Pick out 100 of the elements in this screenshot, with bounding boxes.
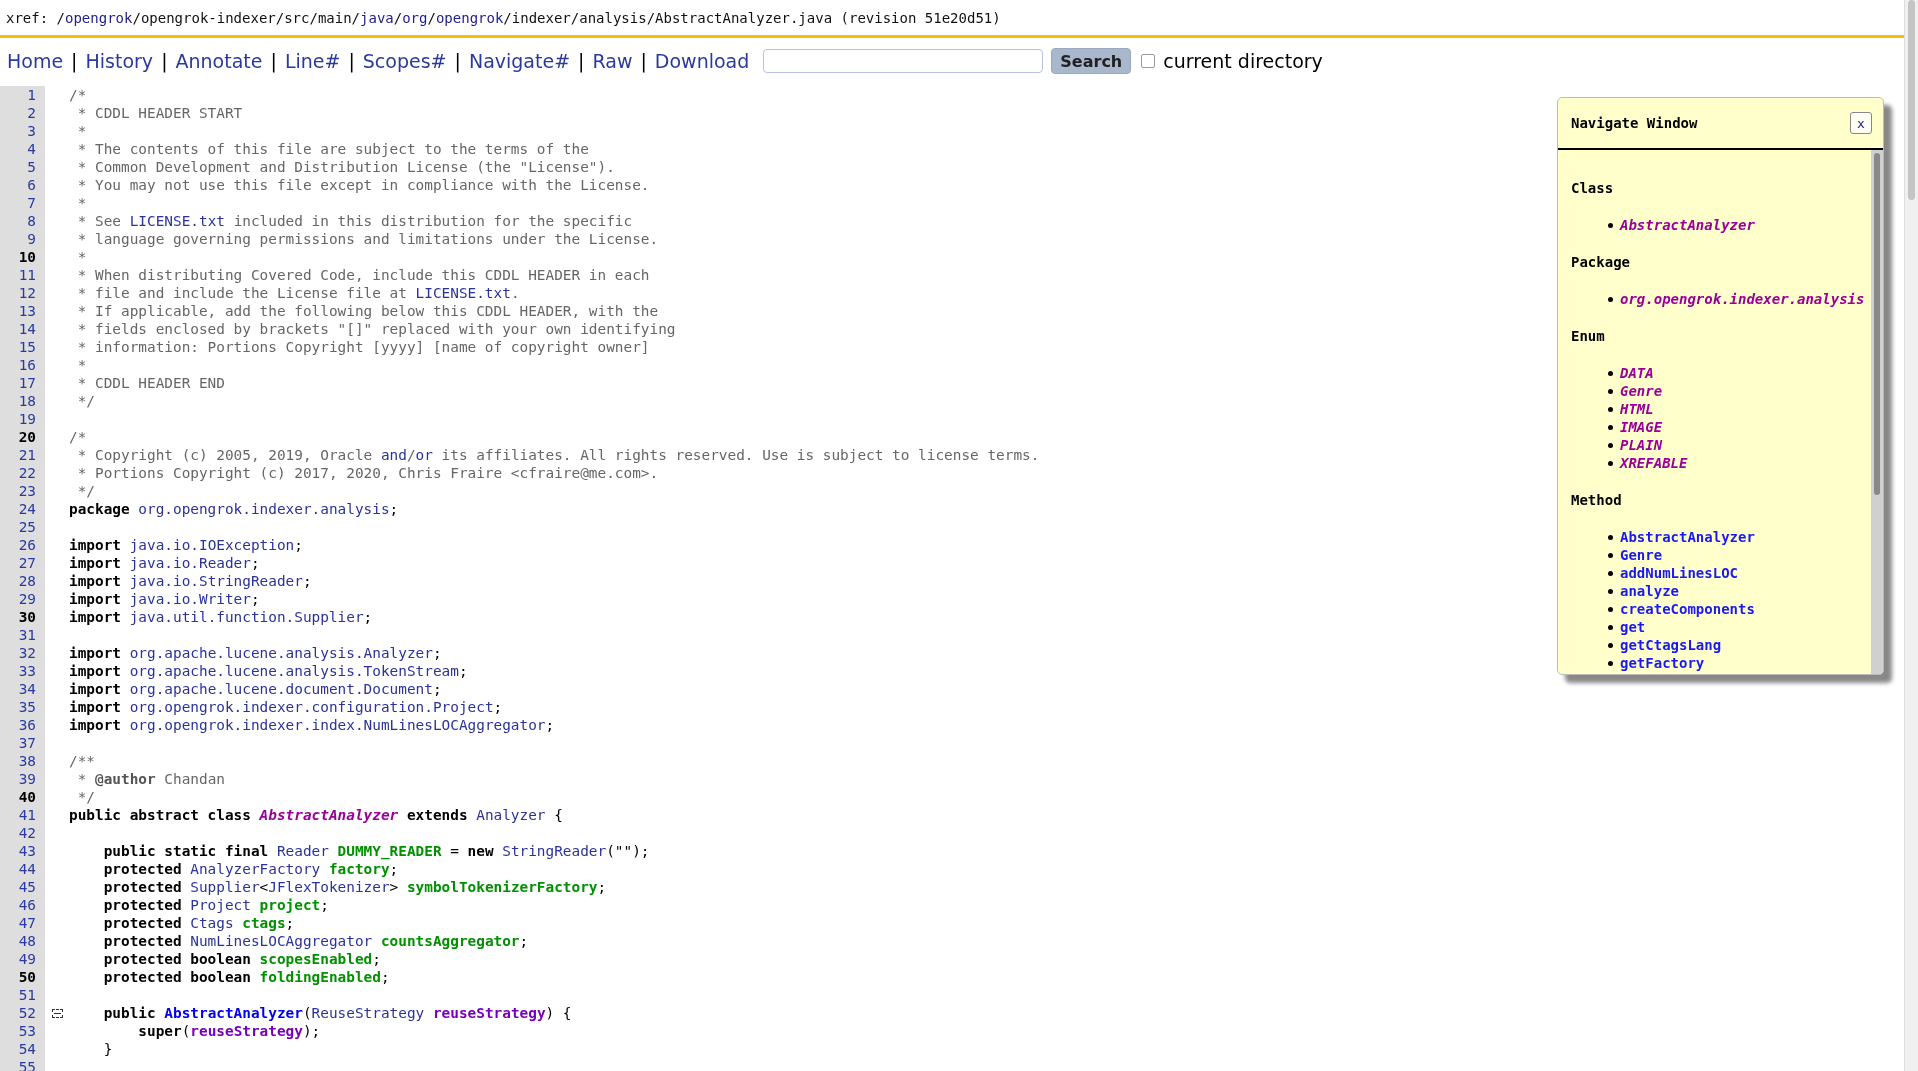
line-number[interactable]: 4 [0,140,45,158]
line-number[interactable]: 37 [0,734,45,752]
code-link[interactable]: AnalyzerFactory [190,861,321,877]
code-link[interactable]: or [415,447,433,463]
code-link[interactable]: Reader [276,843,329,859]
code-link[interactable]: Project [190,897,251,913]
symbol-link[interactable]: org.opengrok.indexer.analysis [1620,290,1865,308]
checkbox[interactable] [1141,54,1156,68]
code-link[interactable]: org.opengrok.indexer.analysis [138,501,390,517]
symbol-link[interactable]: Genre [1620,382,1663,400]
code-link[interactable]: LICENSE.txt [129,213,225,229]
scrollbar-thumb[interactable] [1874,153,1880,495]
line-number[interactable]: 50 [0,968,45,986]
code-link[interactable]: java.io.StringReader [129,573,303,589]
line-number[interactable]: 19 [0,410,45,428]
line-number[interactable]: 5 [0,158,45,176]
line-number[interactable]: 33 [0,662,45,680]
code-link[interactable]: org.opengrok.indexer.configuration.Project [129,699,494,715]
line-number[interactable]: 48 [0,932,45,950]
line-number[interactable]: 18 [0,392,45,410]
path-link[interactable]: org [402,10,428,26]
line-number[interactable]: 39 [0,770,45,788]
line-number[interactable]: 47 [0,914,45,932]
menu-link[interactable]: Line# [284,50,341,72]
symbol-link[interactable]: IMAGE [1620,418,1663,436]
line-number[interactable]: 31 [0,626,45,644]
line-number[interactable]: 38 [0,752,45,770]
line-number[interactable]: 49 [0,950,45,968]
symbol-link[interactable]: XREFABLE [1620,454,1688,472]
path-link[interactable]: opengrok [435,10,504,26]
line-number[interactable]: 51 [0,986,45,1004]
menu-link[interactable]: Home [7,50,64,72]
code-link[interactable]: org.apache.lucene.document.Document [129,681,433,697]
code-link[interactable]: java.io.Writer [129,591,251,607]
code-link[interactable]: NumLinesLOCAggregator [190,933,373,949]
code-link[interactable]: org.apache.lucene.analysis.Analyzer [129,645,433,661]
line-number[interactable]: 32 [0,644,45,662]
line-number[interactable]: 12 [0,284,45,302]
line-number[interactable]: 46 [0,896,45,914]
line-number[interactable]: 53 [0,1022,45,1040]
symbol-link[interactable]: getFactory [1620,654,1705,672]
symbol-link[interactable]: createComponents [1620,600,1755,618]
line-number[interactable]: 34 [0,680,45,698]
line-number[interactable]: 25 [0,518,45,536]
line-number[interactable]: 20 [0,428,45,446]
symbol-link[interactable]: AbstractAnalyzer [1620,528,1755,546]
page-scrollbar[interactable] [1904,0,1918,1071]
code-link[interactable]: Analyzer [476,807,546,823]
search-button[interactable]: Search [1051,48,1132,74]
line-number[interactable]: 52 [0,1004,45,1022]
code-link[interactable]: and [380,447,407,463]
symbol-link[interactable]: PLAIN [1620,436,1663,454]
line-number[interactable]: 10 [0,248,45,266]
symbol-link[interactable]: Genre [1620,546,1663,564]
line-number[interactable]: 17 [0,374,45,392]
code-link[interactable]: org.apache.lucene.analysis.TokenStream [129,663,459,679]
line-number[interactable]: 22 [0,464,45,482]
line-number[interactable]: 21 [0,446,45,464]
symbol-link[interactable]: addNumLinesLOC [1620,564,1738,582]
line-number[interactable]: 2 [0,104,45,122]
menu-link[interactable]: Raw [592,50,633,72]
symbol-link[interactable]: HTML [1620,400,1654,418]
line-number[interactable]: 41 [0,806,45,824]
menu-link[interactable]: Download [654,50,750,72]
path-link[interactable]: opengrok [65,10,133,26]
line-number[interactable]: 13 [0,302,45,320]
line-number[interactable]: 44 [0,860,45,878]
code-link[interactable]: Ctags [190,915,234,931]
code-link[interactable]: ReuseStrategy [311,1005,425,1021]
line-number[interactable]: 26 [0,536,45,554]
code-link[interactable]: Supplier [190,879,260,895]
symbol-link[interactable]: analyze [1620,582,1679,600]
line-number[interactable]: 29 [0,590,45,608]
line-number[interactable]: 54 [0,1040,45,1058]
line-number[interactable]: 30 [0,608,45,626]
line-number[interactable]: 23 [0,482,45,500]
line-number[interactable]: 9 [0,230,45,248]
symbol-link[interactable]: DATA [1620,364,1654,382]
line-number[interactable]: 7 [0,194,45,212]
line-number[interactable]: 8 [0,212,45,230]
menu-link[interactable]: History [85,50,154,72]
menu-link[interactable]: Navigate# [468,50,571,72]
window-scrollbar[interactable] [1871,150,1883,674]
line-number[interactable]: 42 [0,824,45,842]
line-number[interactable]: 14 [0,320,45,338]
close-button[interactable]: x [1850,112,1872,134]
scrollbar-thumb[interactable] [1908,0,1915,200]
code-link[interactable]: java.util.function.Supplier [129,609,364,625]
code-link[interactable]: StringReader [502,843,607,859]
code-link[interactable]: java.io.Reader [129,555,251,571]
menu-link[interactable]: Scopes# [362,50,447,72]
code-link[interactable]: JFlexTokenizer [268,879,390,895]
code-link[interactable]: java.io.IOException [129,537,295,553]
search-field[interactable] [763,49,1044,73]
menu-link[interactable]: Annotate [175,50,263,72]
line-number[interactable]: 1 [0,86,45,104]
line-number[interactable]: 27 [0,554,45,572]
line-number[interactable]: 43 [0,842,45,860]
symbol-link[interactable]: getCtagsLang [1620,636,1722,654]
line-number[interactable]: 15 [0,338,45,356]
